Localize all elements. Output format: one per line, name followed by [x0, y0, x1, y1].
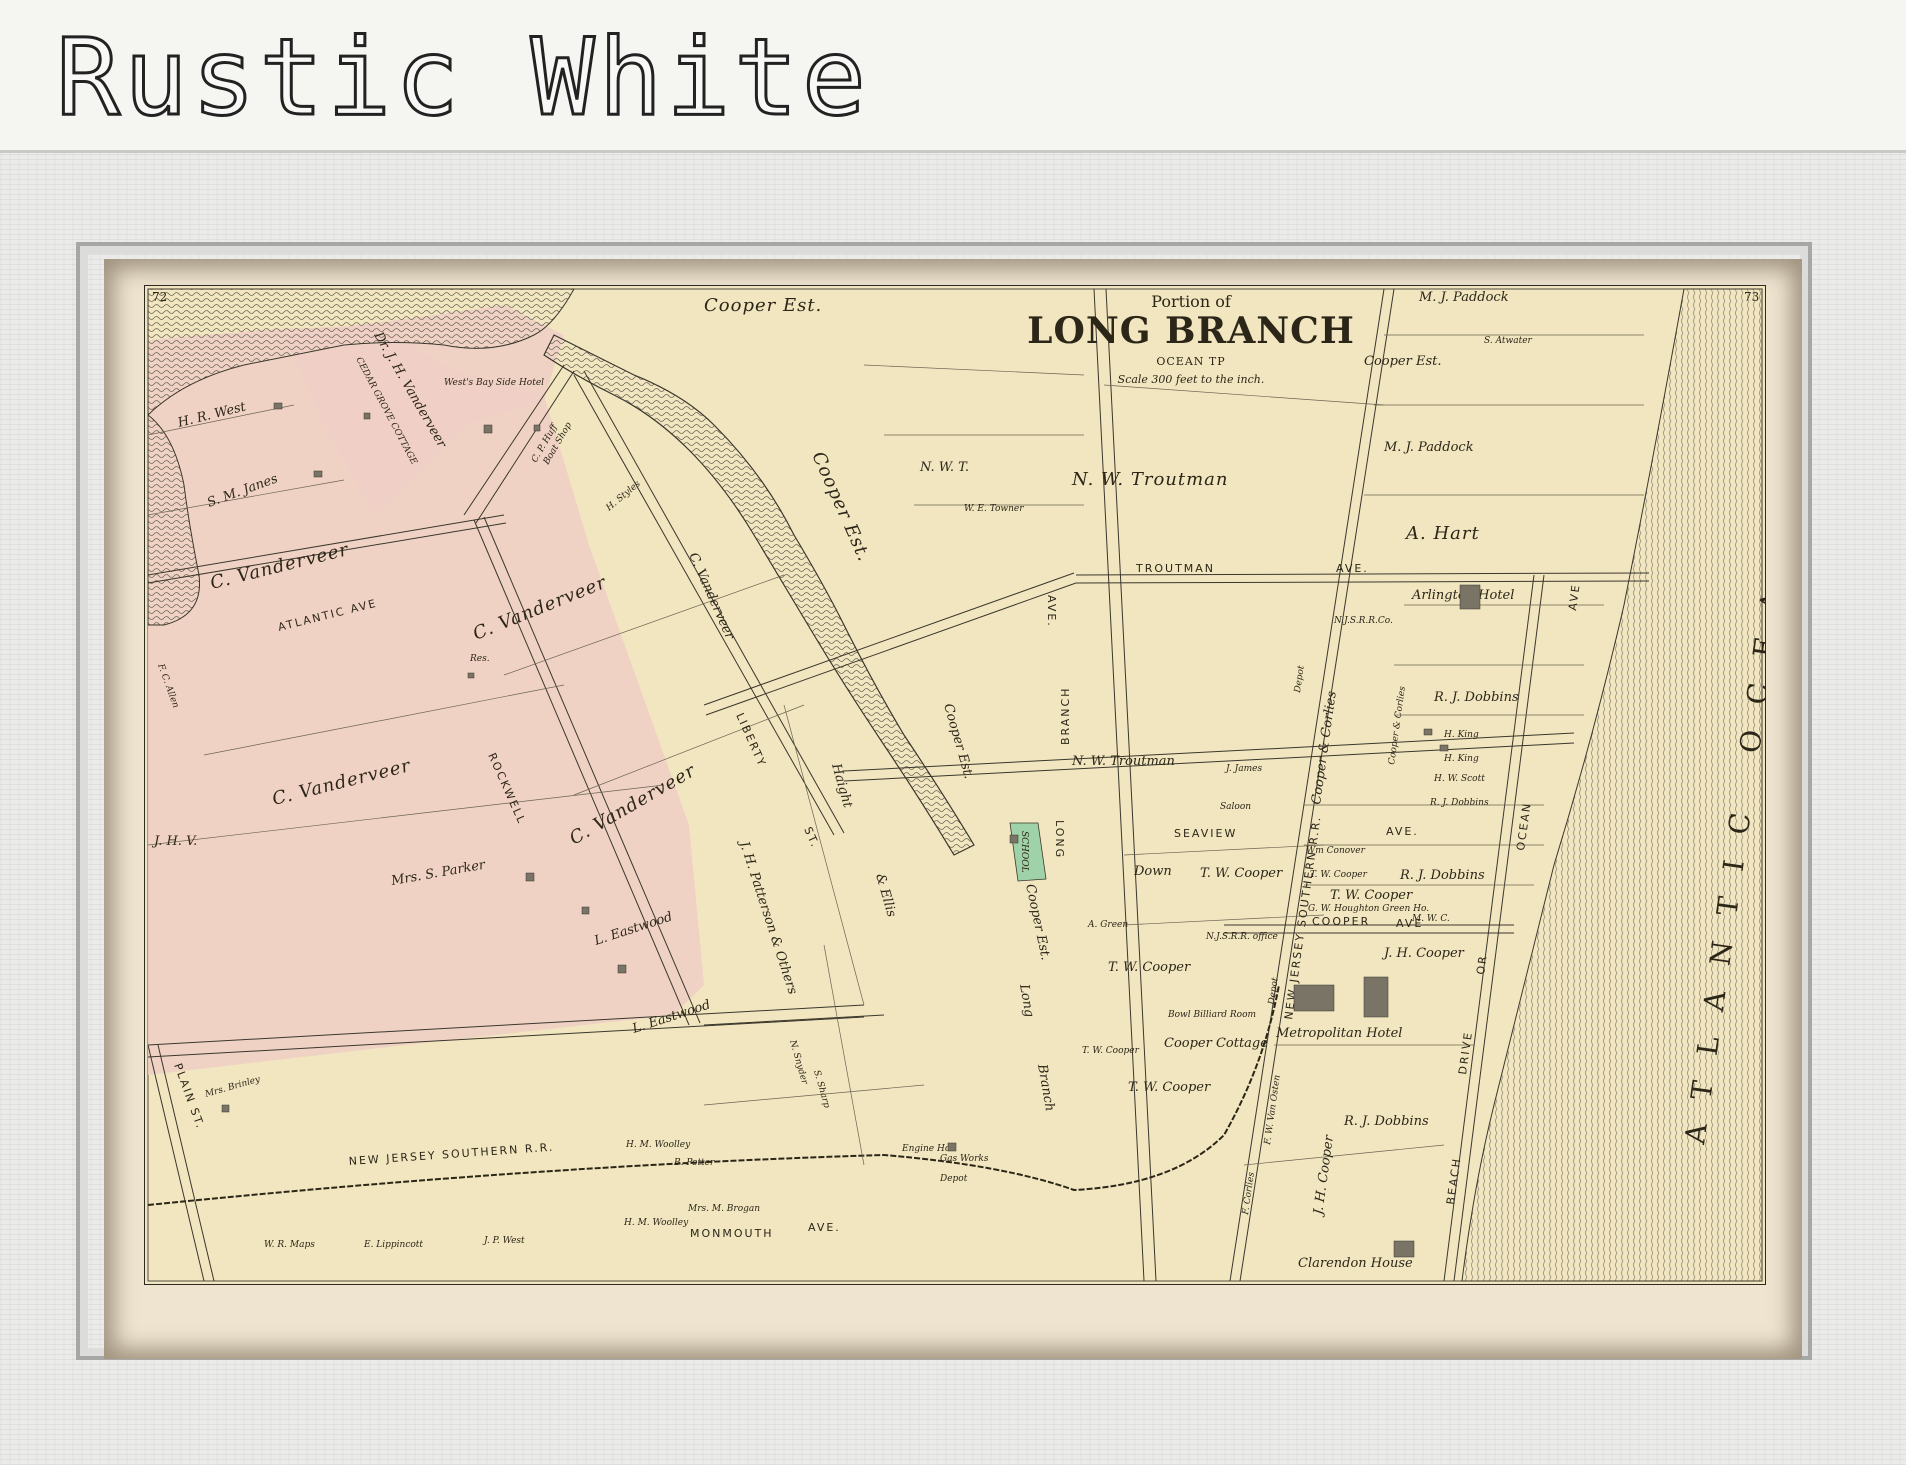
street-troutman: TROUTMAN: [1135, 562, 1215, 575]
owner-cooper-est-right: Cooper Est.: [1364, 354, 1441, 369]
owner-j-james: J. James: [1224, 764, 1262, 774]
map-subtitle: OCEAN TP: [1156, 355, 1225, 368]
owner-nwt: N. W. T.: [919, 460, 969, 475]
owner-gas-works: Gas Works: [940, 1154, 989, 1164]
owner-clarendon: Clarendon House: [1298, 1256, 1413, 1271]
street-branch: BRANCH: [1059, 687, 1072, 745]
map-title: LONG BRANCH: [1027, 310, 1355, 352]
owner-jp-west: J. P. West: [482, 1236, 525, 1246]
owner-mwc: M. W. C.: [1411, 914, 1450, 924]
owner-nw-troutman-1: N. W. Troutman: [1071, 469, 1229, 490]
owner-mj-paddock-1: M. J. Paddock: [1418, 290, 1509, 305]
frame-style-header: Rustic White: [0, 0, 1906, 150]
owner-tw-cooper-2: T. W. Cooper: [1108, 960, 1191, 975]
long-branch-map: 72 73 Portion of LONG BRANCH OCEAN TP Sc…: [144, 285, 1766, 1285]
owner-res: Res.: [469, 654, 490, 664]
owner-hw-scott: H. W. Scott: [1433, 774, 1485, 784]
owner-tw-cooper-6: T. W. Cooper: [1128, 1080, 1211, 1095]
owner-bay-side: West's Bay Side Hotel: [444, 378, 544, 388]
owner-h-king-1: H. King: [1443, 730, 1479, 740]
owner-nw-troutman-2: N. W. Troutman: [1071, 754, 1175, 769]
owner-bowling: Bowl Billiard Room: [1167, 1010, 1256, 1020]
owner-hm-woolley-2: H. M. Woolley: [623, 1218, 689, 1228]
owner-wr-maps: W. R. Maps: [264, 1240, 315, 1250]
owner-tw-cooper-3: T. W. Cooper: [1082, 1046, 1140, 1056]
owner-s-atwater: S. Atwater: [1484, 336, 1533, 346]
owner-down: Down: [1133, 864, 1172, 879]
owner-e-lippincott: E. Lippincott: [363, 1240, 423, 1250]
street-seaview-ave: AVE.: [1386, 825, 1419, 838]
owner-tw-cooper-1: T. W. Cooper: [1200, 866, 1283, 881]
owner-rj-dobbins-2: R. J. Dobbins: [1429, 798, 1489, 808]
owner-depot-3: Depot: [939, 1174, 968, 1184]
street-ave: AVE.: [1045, 595, 1058, 628]
frame-style-title: Rustic White: [55, 16, 870, 139]
owner-cooper-cottage: Cooper Cottage: [1164, 1036, 1268, 1051]
owner-hm-woolley-1: H. M. Woolley: [625, 1140, 691, 1150]
owner-a-hart: A. Hart: [1404, 523, 1480, 544]
owner-metropolitan: Metropolitan Hotel: [1275, 1026, 1402, 1041]
street-cooper: COOPER: [1312, 915, 1370, 928]
owner-tw-cooper-4: T. W. Cooper: [1310, 870, 1368, 880]
owner-we-towner: W. E. Towner: [964, 504, 1024, 514]
owner-jh-cooper-1: J. H. Cooper: [1381, 946, 1465, 961]
rustic-white-frame: 72 73 Portion of LONG BRANCH OCEAN TP Sc…: [0, 150, 1906, 1465]
owner-wm-conover: Wm Conover: [1306, 846, 1366, 856]
owner-mj-paddock-2: M. J. Paddock: [1383, 440, 1474, 455]
owner-school: SCHOOL: [1019, 831, 1029, 873]
owner-jhv: J. H. V.: [151, 834, 197, 849]
owner-njsrr-office: N.J.S.R.R. office: [1205, 932, 1278, 942]
map-scale: Scale 300 feet to the inch.: [1118, 373, 1265, 386]
owner-engine-ho: Engine Ho.: [901, 1144, 953, 1154]
owner-rj-dobbins-3: R. J. Dobbins: [1399, 868, 1485, 883]
street-troutman-ave: AVE.: [1336, 562, 1369, 575]
owner-tw-cooper-5: T. W. Cooper: [1330, 888, 1413, 903]
street-monmouth-ave: AVE.: [808, 1221, 841, 1234]
owner-a-green: A. Green: [1087, 920, 1128, 930]
street-seaview: SEAVIEW: [1174, 827, 1237, 840]
owner-cooper-est-top: Cooper Est.: [704, 295, 822, 316]
owner-b-potter: B. Potter: [673, 1158, 715, 1168]
owner-saloon: Saloon: [1220, 802, 1251, 812]
street-monmouth: MONMOUTH: [690, 1227, 774, 1240]
page-number-left: 72: [152, 290, 167, 304]
owner-houghton: G. W. Houghton Green Ho.: [1308, 904, 1429, 914]
owner-rj-dobbins-1: R. J. Dobbins: [1433, 690, 1519, 705]
owner-njsrr: N.J.S.R.R.Co.: [1333, 616, 1393, 626]
street-long: LONG: [1053, 820, 1066, 859]
owner-h-king-2: H. King: [1443, 754, 1479, 764]
owner-rj-dobbins-4: R. J. Dobbins: [1343, 1114, 1429, 1129]
page-number-right: 73: [1744, 290, 1759, 304]
map-title-prefix: Portion of: [1151, 292, 1232, 311]
owner-mrs-m-brogan: Mrs. M. Brogan: [687, 1204, 760, 1214]
